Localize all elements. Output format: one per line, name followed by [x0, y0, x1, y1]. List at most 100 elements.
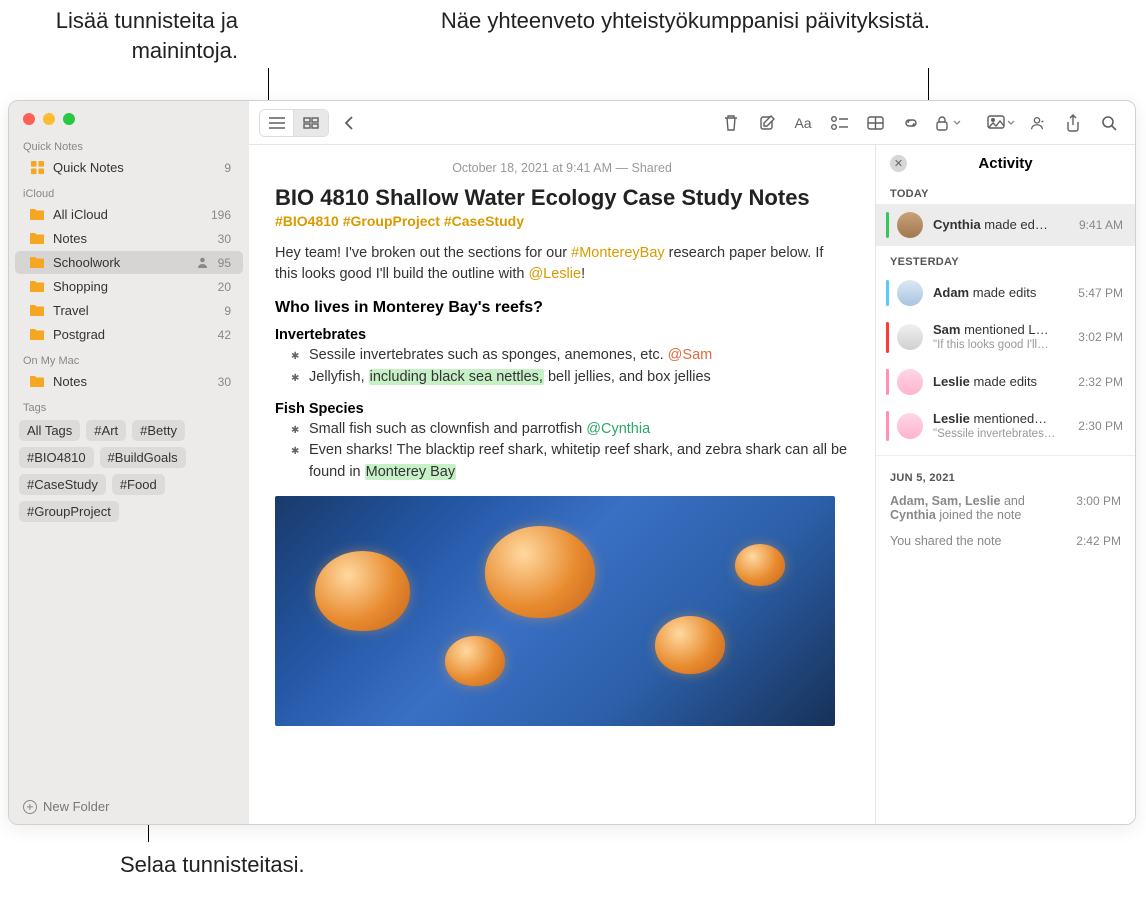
sidebar-item[interactable]: Shopping20 — [15, 275, 243, 298]
mention[interactable]: @Cynthia — [586, 421, 650, 437]
avatar — [897, 212, 923, 238]
trash-icon — [722, 114, 740, 132]
tag-pill[interactable]: #GroupProject — [19, 501, 119, 522]
activity-bar — [886, 411, 889, 442]
activity-time: 3:02 PM — [1078, 330, 1123, 344]
sidebar: Quick Notes Quick Notes 9 iCloud All iCl… — [9, 101, 249, 824]
mention[interactable]: @Leslie — [528, 266, 581, 282]
new-folder-button[interactable]: New Folder — [9, 789, 249, 824]
sidebar-item[interactable]: Schoolwork95 — [15, 251, 243, 274]
bullet-list: Small fish such as clownfish and parrotf… — [295, 419, 849, 484]
text: Jellyfish, — [309, 369, 369, 385]
tag-pill[interactable]: #CaseStudy — [19, 474, 106, 495]
activity-bar — [886, 212, 889, 238]
activity-section-date: JUN 5, 2021 — [876, 462, 1135, 488]
activity-row[interactable]: Leslie made edits 2:32 PM — [876, 361, 1135, 403]
sidebar-item-count: 42 — [218, 328, 231, 342]
window-controls — [9, 101, 249, 133]
mention[interactable]: @Sam — [668, 347, 713, 363]
share-button[interactable] — [1057, 109, 1089, 137]
format-button[interactable]: Aa — [787, 109, 819, 137]
activity-text: Leslie mentioned…"Sessile invertebrates… — [933, 411, 1068, 442]
activity-row[interactable]: Cynthia made ed… 9:41 AM — [876, 204, 1135, 246]
activity-bar — [886, 322, 889, 353]
activity-section-today: TODAY — [876, 178, 1135, 204]
sidebar-item-label: Quick Notes — [53, 160, 216, 175]
tag-pill[interactable]: #BIO4810 — [19, 447, 94, 468]
list-item: Small fish such as clownfish and parrotf… — [295, 419, 849, 441]
tag-pill[interactable]: #BuildGoals — [100, 447, 186, 468]
media-icon — [987, 114, 1005, 132]
sidebar-item-quick-notes[interactable]: Quick Notes 9 — [15, 156, 243, 179]
folder-icon — [29, 280, 45, 294]
avatar — [897, 324, 923, 350]
grid-icon — [302, 114, 320, 132]
close-activity-button[interactable]: ✕ — [890, 155, 907, 172]
list-item: Sessile invertebrates such as sponges, a… — [295, 345, 849, 367]
list-icon — [268, 114, 286, 132]
shared-icon — [196, 256, 210, 270]
main-area: Aa October 18, 2021 at 9:41 AM — Shared … — [249, 101, 1135, 824]
activity-row[interactable]: Sam mentioned L…"If this looks good I'll… — [876, 314, 1135, 361]
media-button[interactable] — [985, 109, 1017, 137]
note-subheading: Invertebrates — [275, 327, 849, 343]
gallery-view-button[interactable] — [294, 110, 328, 136]
sidebar-item-count: 9 — [224, 304, 231, 318]
divider — [876, 455, 1135, 456]
activity-bar — [886, 280, 889, 306]
lock-icon — [933, 114, 951, 132]
activity-title: Activity — [978, 155, 1032, 172]
checklist-button[interactable] — [823, 109, 855, 137]
collaborate-icon — [1028, 114, 1046, 132]
folder-icon — [29, 232, 45, 246]
sidebar-item[interactable]: Notes30 — [15, 227, 243, 250]
delete-button[interactable] — [715, 109, 747, 137]
folder-icon — [29, 256, 45, 270]
folder-icon — [29, 304, 45, 318]
tag-pill[interactable]: #Food — [112, 474, 165, 495]
hashtag[interactable]: #MontereyBay — [571, 245, 665, 261]
sidebar-item[interactable]: All iCloud196 — [15, 203, 243, 226]
activity-time: 9:41 AM — [1079, 218, 1123, 232]
link-icon — [902, 114, 920, 132]
bullet-list: Sessile invertebrates such as sponges, a… — [295, 345, 849, 389]
activity-row[interactable]: Adam made edits 5:47 PM — [876, 272, 1135, 314]
sidebar-item[interactable]: Notes30 — [15, 370, 243, 393]
text: bell jellies, and box jellies — [544, 369, 711, 385]
highlight: including black sea nettles, — [369, 369, 544, 385]
sidebar-item-label: Shopping — [53, 279, 210, 294]
checklist-icon — [830, 114, 848, 132]
sidebar-section-tags: Tags — [9, 394, 249, 416]
sidebar-item-count: 196 — [211, 208, 231, 222]
link-button[interactable] — [895, 109, 927, 137]
back-button[interactable] — [333, 109, 365, 137]
activity-row[interactable]: Leslie mentioned…"Sessile invertebrates…… — [876, 403, 1135, 450]
minimize-icon[interactable] — [43, 113, 55, 125]
sidebar-item[interactable]: Travel 9 — [15, 299, 243, 322]
tag-pill[interactable]: #Betty — [132, 420, 185, 441]
search-icon — [1100, 114, 1118, 132]
search-button[interactable] — [1093, 109, 1125, 137]
activity-time: 3:00 PM — [1076, 494, 1121, 522]
close-icon[interactable] — [23, 113, 35, 125]
sidebar-item-count: 95 — [218, 256, 231, 270]
tag-pill[interactable]: #Art — [86, 420, 126, 441]
note-content: October 18, 2021 at 9:41 AM — Shared BIO… — [249, 145, 875, 824]
app-window: Quick Notes Quick Notes 9 iCloud All iCl… — [8, 100, 1136, 825]
table-button[interactable] — [859, 109, 891, 137]
callout-top-right: Näe yhteenveto yhteistyökumppanisi päivi… — [390, 6, 930, 36]
avatar — [897, 413, 923, 439]
list-view-button[interactable] — [260, 110, 294, 136]
tag-pill[interactable]: All Tags — [19, 420, 80, 441]
callout-bottom: Selaa tunnisteitasi. — [120, 850, 305, 880]
activity-time: 2:30 PM — [1078, 419, 1123, 433]
sidebar-item-label: Travel — [53, 303, 216, 318]
sidebar-item[interactable]: Postgrad42 — [15, 323, 243, 346]
zoom-icon[interactable] — [63, 113, 75, 125]
sidebar-item-count: 30 — [218, 375, 231, 389]
main-toolbar: Aa — [249, 101, 1135, 145]
collaborate-button[interactable] — [1021, 109, 1053, 137]
lock-button[interactable] — [931, 109, 963, 137]
compose-button[interactable] — [751, 109, 783, 137]
note-subheading: Fish Species — [275, 401, 849, 417]
